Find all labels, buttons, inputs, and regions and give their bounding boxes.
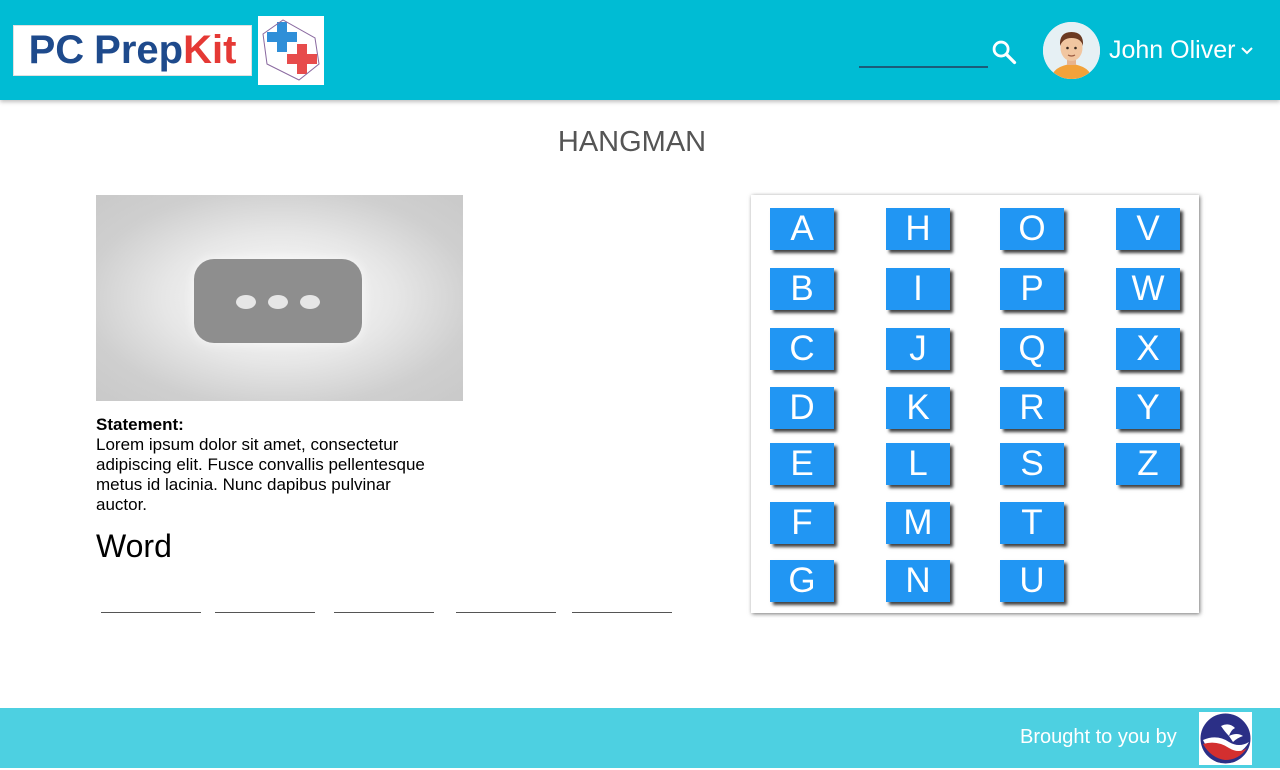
letter-button-h[interactable]: H [886, 208, 950, 250]
logo-mark-icon [258, 16, 324, 85]
word-label: Word [96, 528, 172, 564]
statement-text: Lorem ipsum dolor sit amet, consectetur … [96, 435, 425, 514]
letter-button-r[interactable]: R [1000, 387, 1064, 429]
letter-button-n[interactable]: N [886, 560, 950, 602]
avatar[interactable] [1043, 22, 1100, 79]
letter-button-c[interactable]: C [770, 328, 834, 370]
letter-button-d[interactable]: D [770, 387, 834, 429]
letter-button-e[interactable]: E [770, 443, 834, 485]
sponsor-logo-icon[interactable] [1199, 712, 1252, 765]
letter-button-z[interactable]: Z [1116, 443, 1180, 485]
letter-button-y[interactable]: Y [1116, 387, 1180, 429]
letter-button-w[interactable]: W [1116, 268, 1180, 310]
letter-button-l[interactable]: L [886, 443, 950, 485]
loading-dot [300, 295, 320, 309]
logo-text-prep: Prep [94, 28, 184, 72]
loading-dot [268, 295, 288, 309]
letter-button-f[interactable]: F [770, 502, 834, 544]
chevron-down-icon[interactable] [1238, 42, 1256, 60]
letter-blank [572, 612, 672, 613]
loading-dot [236, 295, 256, 309]
letter-button-p[interactable]: P [1000, 268, 1064, 310]
letter-button-v[interactable]: V [1116, 208, 1180, 250]
logo-text-pc: PC [28, 28, 85, 72]
letter-button-q[interactable]: Q [1000, 328, 1064, 370]
user-name[interactable]: John Oliver [1109, 36, 1235, 65]
letter-button-b[interactable]: B [770, 268, 834, 310]
letter-button-s[interactable]: S [1000, 443, 1064, 485]
letter-button-g[interactable]: G [770, 560, 834, 602]
letter-blank [215, 612, 315, 613]
letter-blank [456, 612, 556, 613]
video-thumbnail[interactable] [96, 195, 463, 401]
letter-button-i[interactable]: I [886, 268, 950, 310]
brought-by-text: Brought to you by [1020, 726, 1177, 748]
letter-button-t[interactable]: T [1000, 502, 1064, 544]
letter-button-u[interactable]: U [1000, 560, 1064, 602]
letter-button-a[interactable]: A [770, 208, 834, 250]
letter-button-m[interactable]: M [886, 502, 950, 544]
letter-button-x[interactable]: X [1116, 328, 1180, 370]
letter-button-k[interactable]: K [886, 387, 950, 429]
search-input[interactable] [859, 66, 988, 68]
letter-blank [334, 612, 434, 613]
page-title: HANGMAN [557, 126, 707, 158]
letter-button-j[interactable]: J [886, 328, 950, 370]
statement-label: Statement: [96, 415, 184, 434]
search-icon[interactable] [990, 38, 1018, 66]
logo-text-kit: Kit [183, 28, 237, 72]
letter-button-o[interactable]: O [1000, 208, 1064, 250]
pc-prepkit-logo[interactable]: PC Prep Kit [13, 25, 252, 76]
letter-blank [101, 612, 201, 613]
